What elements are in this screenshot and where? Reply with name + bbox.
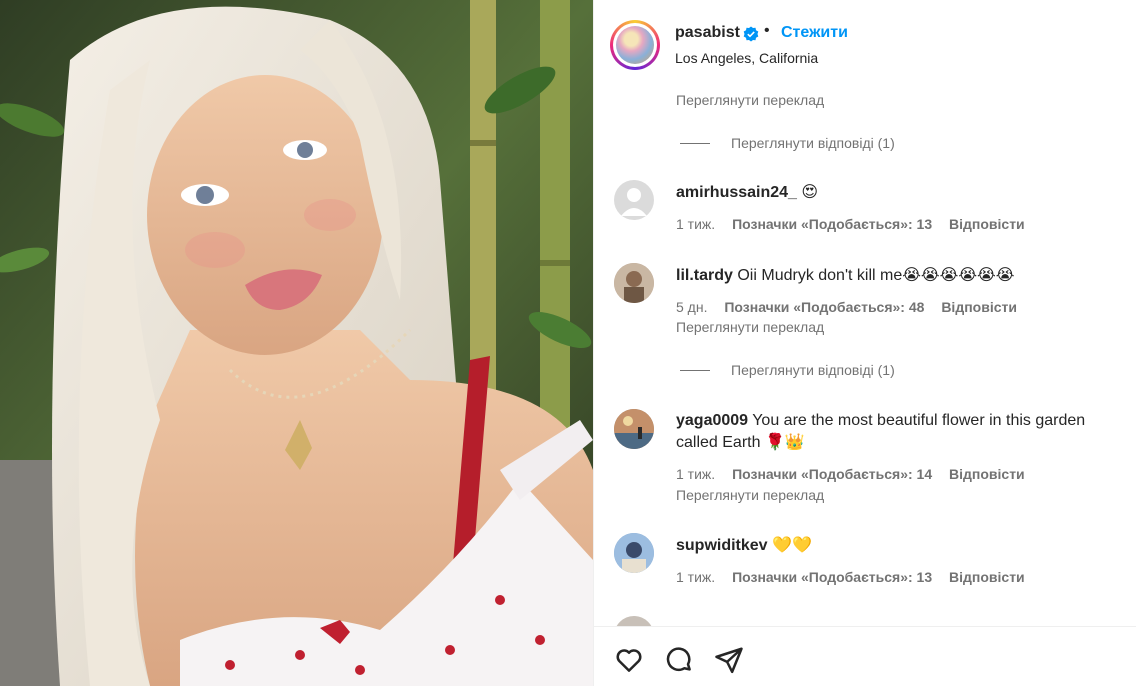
post-photo[interactable] <box>0 0 593 686</box>
replies-divider <box>680 143 710 144</box>
instagram-post: pasabist • Стежити Los Angeles, Californ… <box>0 0 1136 687</box>
post-panel: pasabist • Стежити Los Angeles, Californ… <box>593 0 1136 687</box>
reply-button[interactable]: Відповісти <box>949 216 1025 232</box>
comment-emoji: 💛💛 <box>772 537 812 554</box>
comment-avatar[interactable] <box>614 409 654 449</box>
reply-button[interactable]: Відповісти <box>949 466 1025 482</box>
comment-text: Oii Mudryk don't kill me <box>737 267 903 284</box>
comment-username[interactable]: supwiditkev <box>676 537 768 554</box>
verified-badge-icon <box>743 26 759 42</box>
post-location[interactable]: Los Angeles, California <box>675 50 818 66</box>
comment-username[interactable]: amirhussain24_ <box>676 184 797 201</box>
post-image <box>0 0 593 686</box>
comment-avatar[interactable] <box>614 263 654 303</box>
comment-meta: 5 дн. Позначки «Подобається»: 48 Відпові… <box>676 299 1030 315</box>
comment-likes[interactable]: Позначки «Подобається»: 14 <box>732 466 932 482</box>
avatar-image <box>614 533 654 573</box>
comment-meta: 1 тиж. Позначки «Подобається»: 14 Відпов… <box>676 466 1038 482</box>
view-replies-link[interactable]: Переглянути відповіді (1) <box>731 362 895 378</box>
comment-time[interactable]: 5 дн. <box>676 299 707 315</box>
comment-emoji: 😭😭😭😭😭😭 <box>902 267 1015 284</box>
header-separator: • <box>764 22 770 39</box>
comment-time[interactable]: 1 тиж. <box>676 216 715 232</box>
follow-button[interactable]: Стежити <box>781 24 848 42</box>
view-replies-link[interactable]: Переглянути відповіді (1) <box>731 135 895 151</box>
comment-body: yaga0009 You are the most beautiful flow… <box>676 410 1131 454</box>
post-actions-bar <box>594 626 1136 687</box>
share-icon[interactable] <box>714 645 744 675</box>
translate-link[interactable]: Переглянути переклад <box>676 487 824 503</box>
avatar-image <box>614 263 654 303</box>
comment-time[interactable]: 1 тиж. <box>676 466 715 482</box>
comment-body: supwiditkev 💛💛 <box>676 535 1131 557</box>
replies-divider <box>680 370 710 371</box>
comment-icon[interactable] <box>664 645 694 675</box>
heart-icon[interactable] <box>614 645 644 675</box>
translate-link[interactable]: Переглянути переклад <box>676 319 824 335</box>
avatar-image <box>616 26 654 64</box>
comment-avatar[interactable] <box>614 616 654 626</box>
comment-time[interactable]: 1 тиж. <box>676 569 715 585</box>
reply-button[interactable]: Відповісти <box>949 569 1025 585</box>
author-username[interactable]: pasabist <box>675 24 740 42</box>
avatar-image <box>614 409 654 449</box>
post-header: pasabist • Стежити Los Angeles, Californ… <box>594 0 1136 90</box>
author-avatar[interactable] <box>610 20 660 70</box>
comment-likes[interactable]: Позначки «Подобається»: 13 <box>732 569 932 585</box>
comment-emoji: 😍 <box>801 184 819 201</box>
comment-body: lil.tardy Oii Mudryk don't kill me😭😭😭😭😭😭 <box>676 265 1131 287</box>
comment-meta: 1 тиж. Позначки «Подобається»: 13 Відпов… <box>676 216 1038 232</box>
comment-likes[interactable]: Позначки «Подобається»: 13 <box>732 216 932 232</box>
comment-avatar[interactable] <box>614 180 654 220</box>
comment-meta: 1 тиж. Позначки «Подобається»: 13 Відпов… <box>676 569 1038 585</box>
comment-likes[interactable]: Позначки «Подобається»: 48 <box>724 299 924 315</box>
default-avatar-icon <box>621 188 647 216</box>
translate-link[interactable]: Переглянути переклад <box>676 92 824 108</box>
comment-avatar[interactable] <box>614 533 654 573</box>
comment-username[interactable]: yaga0009 <box>676 412 748 429</box>
comment-body: amirhussain24_ 😍 <box>676 182 1131 204</box>
comments-list[interactable]: Переглянути переклад Переглянути відпові… <box>594 90 1136 626</box>
reply-button[interactable]: Відповісти <box>941 299 1017 315</box>
comment-emoji: 🌹👑 <box>764 434 805 451</box>
comment-username[interactable]: lil.tardy <box>676 267 733 284</box>
